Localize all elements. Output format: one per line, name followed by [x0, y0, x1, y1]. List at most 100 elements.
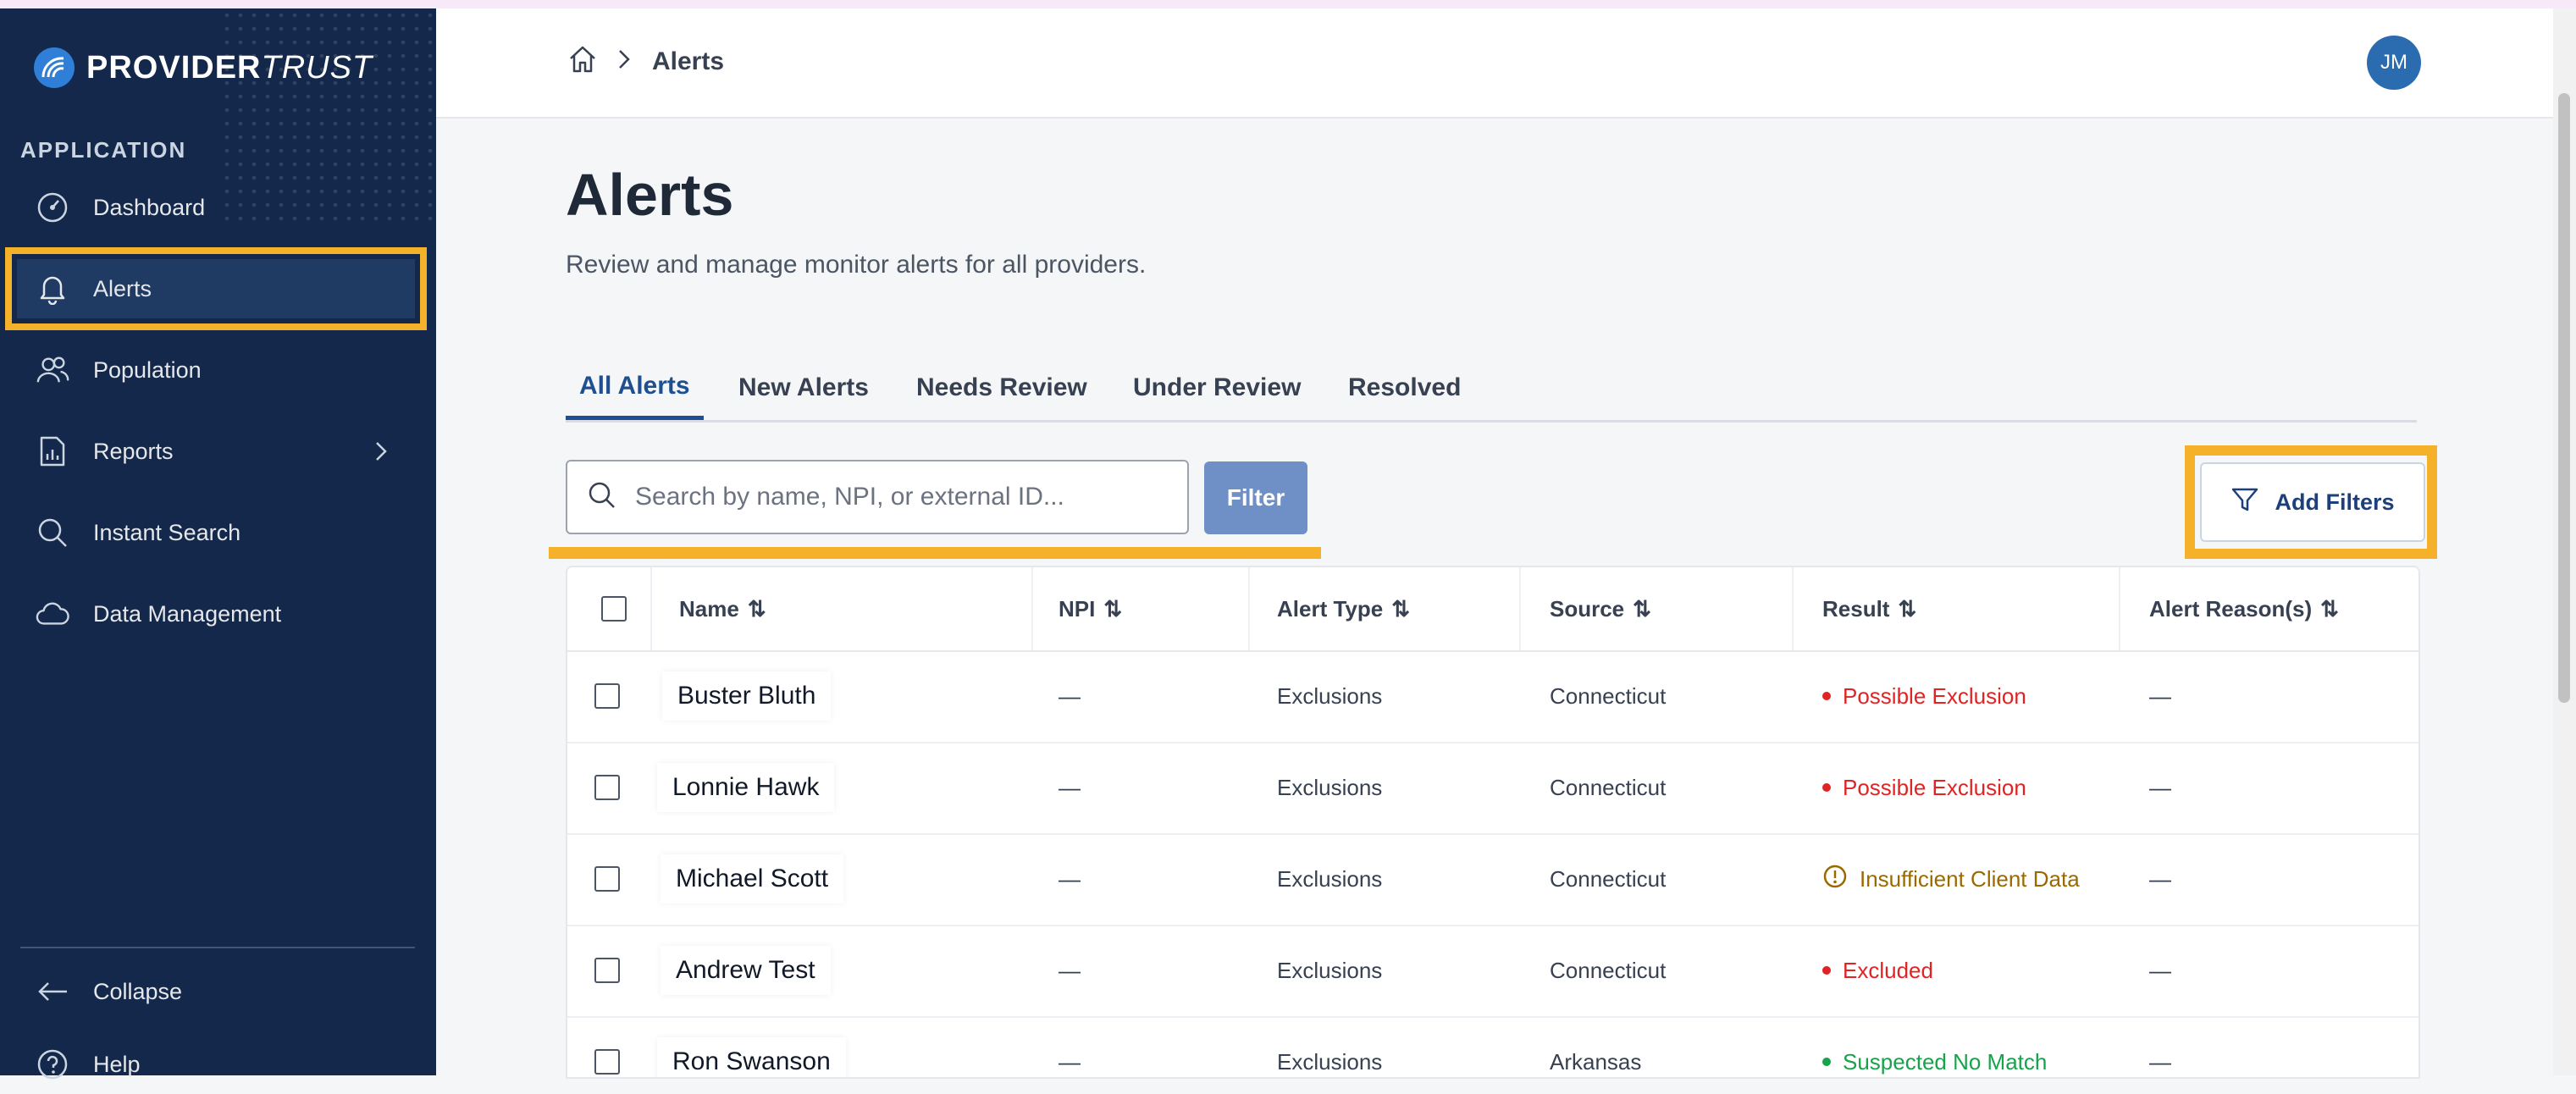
sort-icon: ⇅ [1898, 595, 1917, 622]
search-icon [36, 516, 69, 550]
tab-needs-review[interactable]: Needs Review [903, 356, 1101, 420]
provider-name[interactable]: Andrew Test [661, 946, 831, 995]
row-checkbox[interactable] [594, 866, 620, 892]
table-row[interactable]: Buster Bluth — Exclusions Connecticut Po… [567, 650, 2418, 743]
brand-name: PROVIDERTRUST [86, 49, 373, 86]
alert-type: Exclusions [1277, 774, 1383, 800]
row-checkbox[interactable] [594, 775, 620, 800]
alerts-table: Name ⇅ NPI ⇅ Alert Type ⇅ Source ⇅ Result ⇅ A… [566, 566, 2420, 1079]
result-status: Insufficient Client Data [1822, 833, 2080, 925]
tab-new-alerts[interactable]: New Alerts [725, 356, 882, 420]
alert-type: Exclusions [1277, 682, 1383, 709]
search-highlight [549, 547, 1321, 559]
help-icon [36, 1047, 69, 1081]
table-header: Name ⇅ NPI ⇅ Alert Type ⇅ Source ⇅ Result ⇅ A… [567, 567, 2418, 652]
column-header-alert-reasons[interactable]: Alert Reason(s) ⇅ [2149, 567, 2339, 650]
tab-all-alerts[interactable]: All Alerts [566, 356, 704, 420]
page-title: Alerts [566, 162, 734, 228]
source: Connecticut [1550, 865, 1667, 892]
table-row[interactable]: Andrew Test — Exclusions Connecticut Exc… [567, 925, 2418, 1018]
users-icon [36, 353, 69, 387]
tab-under-review[interactable]: Under Review [1119, 356, 1314, 420]
report-icon [36, 434, 69, 468]
alert-type: Exclusions [1277, 957, 1383, 983]
sidebar-item-label: Dashboard [93, 194, 206, 220]
table-row[interactable]: Ron Swanson — Exclusions Arkansas Suspec… [567, 1016, 2418, 1077]
provider-name[interactable]: Buster Bluth [662, 671, 832, 721]
row-checkbox[interactable] [594, 958, 620, 983]
source: Arkansas [1550, 1048, 1642, 1075]
provider-name[interactable]: Lonnie Hawk [657, 763, 835, 812]
sidebar-item-data-management[interactable]: Data Management [17, 584, 415, 644]
alert-reason: — [2149, 1048, 2171, 1075]
search-input[interactable] [633, 482, 1170, 512]
source: Connecticut [1550, 774, 1667, 800]
column-header-result[interactable]: Result ⇅ [1822, 567, 1916, 650]
result-status: Excluded [1822, 925, 1933, 1016]
cloud-icon [36, 597, 69, 631]
avatar[interactable]: JM [2367, 36, 2421, 90]
result-status: Possible Exclusion [1822, 650, 2026, 742]
sidebar-item-reports[interactable]: Reports [17, 422, 415, 481]
sort-icon: ⇅ [1103, 595, 1123, 622]
alert-reason: — [2149, 774, 2171, 800]
row-checkbox[interactable] [594, 683, 620, 709]
collapse-button[interactable]: Collapse [17, 962, 415, 1021]
sidebar-item-label: Population [93, 356, 202, 383]
npi-value: — [1059, 865, 1081, 892]
brand-logo[interactable]: PROVIDERTRUST [34, 47, 373, 89]
sidebar-item-population[interactable]: Population [17, 340, 415, 400]
search-box [566, 460, 1189, 534]
sidebar-item-alerts[interactable]: Alerts [5, 247, 427, 330]
arrow-left-icon [36, 975, 69, 1008]
source: Connecticut [1550, 682, 1667, 709]
npi-value: — [1059, 682, 1081, 709]
scrollbar-thumb[interactable] [2558, 93, 2570, 703]
alert-type: Exclusions [1277, 1048, 1383, 1075]
page-subtitle: Review and manage monitor alerts for all… [566, 251, 1147, 279]
add-filters-label: Add Filters [2275, 489, 2395, 515]
sort-icon: ⇅ [747, 595, 766, 622]
chevron-right-icon [373, 440, 390, 468]
result-status: Possible Exclusion [1822, 742, 2026, 833]
column-divider [1031, 567, 1033, 650]
dashboard-icon [36, 191, 69, 224]
add-filters-button[interactable]: Add Filters [2200, 462, 2425, 542]
row-checkbox[interactable] [594, 1049, 620, 1075]
column-header-source[interactable]: Source ⇅ [1550, 567, 1651, 650]
column-header-name[interactable]: Name ⇅ [679, 567, 766, 650]
alert-reason: — [2149, 865, 2171, 892]
column-header-npi[interactable]: NPI ⇅ [1059, 567, 1122, 650]
table-row[interactable]: Lonnie Hawk — Exclusions Connecticut Pos… [567, 742, 2418, 835]
table-row[interactable]: Michael Scott — Exclusions Connecticut I… [567, 833, 2418, 926]
top-header: Alerts JM [436, 8, 2553, 119]
funnel-icon [2231, 485, 2259, 520]
sidebar-item-label: Instant Search [93, 519, 241, 545]
filter-button[interactable]: Filter [1204, 461, 1307, 534]
section-label: APPLICATION [20, 137, 187, 163]
sidebar-item-label: Reports [93, 438, 174, 464]
sort-icon: ⇅ [1391, 595, 1411, 622]
sidebar-divider [20, 947, 415, 948]
sidebar-item-dashboard[interactable]: Dashboard [17, 178, 415, 237]
help-label: Help [93, 1051, 141, 1077]
sort-icon: ⇅ [1633, 595, 1651, 622]
alert-tabs: All Alerts New Alerts Needs Review Under… [566, 356, 2417, 423]
provider-name[interactable]: Michael Scott [661, 854, 844, 903]
home-icon[interactable] [567, 44, 598, 79]
provider-trust-logo-icon [34, 47, 75, 88]
source: Connecticut [1550, 957, 1667, 983]
top-edge [0, 0, 2576, 8]
npi-value: — [1059, 774, 1081, 800]
status-dot-icon [1822, 692, 1831, 700]
npi-value: — [1059, 957, 1081, 983]
breadcrumb-current: Alerts [652, 47, 725, 75]
tab-resolved[interactable]: Resolved [1335, 356, 1474, 420]
column-header-alert-type[interactable]: Alert Type ⇅ [1277, 567, 1410, 650]
sidebar-item-instant-search[interactable]: Instant Search [17, 503, 415, 562]
help-button[interactable]: Help [17, 1035, 415, 1094]
alert-reason: — [2149, 682, 2171, 709]
sidebar: PROVIDERTRUST APPLICATION Dashboard Aler… [0, 8, 436, 1080]
provider-name[interactable]: Ron Swanson [657, 1037, 846, 1077]
select-all-checkbox[interactable] [601, 596, 627, 622]
